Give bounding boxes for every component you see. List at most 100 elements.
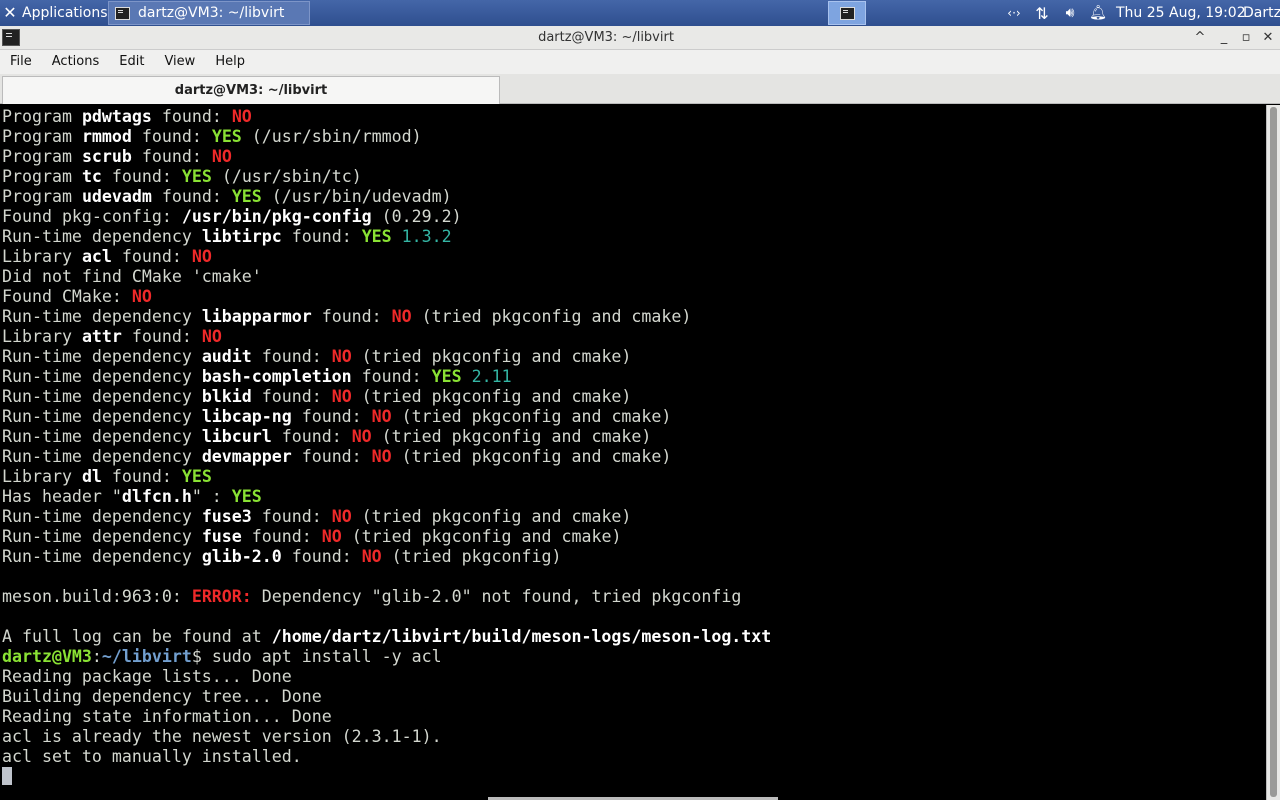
terminal-text-segment: NO bbox=[371, 447, 392, 466]
window-titlebar[interactable]: dartz@VM3: ~/libvirt ^ _ ▫ ✕ bbox=[0, 26, 1280, 50]
terminal-line: acl is already the newest version (2.3.1… bbox=[0, 727, 1266, 747]
user-menu[interactable]: Dartz bbox=[1243, 0, 1280, 26]
terminal-text-segment: tc bbox=[81, 167, 102, 186]
terminal-line: Building dependency tree... Done bbox=[0, 687, 1266, 707]
terminal-line: Program udevadm found: YES (/usr/bin/ude… bbox=[0, 187, 1266, 207]
terminal-text-segment: Reading state information... Done bbox=[2, 707, 332, 726]
terminal-text-segment: found: bbox=[281, 547, 362, 566]
volume-icon[interactable]: 🔊︎ bbox=[1056, 5, 1084, 21]
terminal-line: Found CMake: NO bbox=[0, 287, 1266, 307]
terminal-text-segment: Run-time dependency bbox=[2, 507, 202, 526]
terminal-text-segment: dl bbox=[81, 467, 102, 486]
terminal-text-segment: Program bbox=[2, 187, 82, 206]
scrollbar-thumb[interactable] bbox=[1270, 107, 1277, 797]
terminal-text-segment: found: bbox=[251, 347, 332, 366]
menu-help[interactable]: Help bbox=[205, 50, 255, 74]
terminal-text-segment: libapparmor bbox=[201, 307, 312, 326]
terminal-text-segment: Run-time dependency bbox=[2, 427, 202, 446]
taskbar-window-label: dartz@VM3: ~/libvirt bbox=[138, 5, 285, 21]
menu-view[interactable]: View bbox=[154, 50, 205, 74]
terminal-text-segment: rmmod bbox=[81, 127, 132, 146]
terminal-text-segment: YES bbox=[181, 167, 212, 186]
terminal-text-segment: Run-time dependency bbox=[2, 367, 202, 386]
terminal-text-segment: (0.29.2) bbox=[371, 207, 462, 226]
terminal-text-segment: found: bbox=[101, 167, 182, 186]
terminal-line: Run-time dependency glib-2.0 found: NO (… bbox=[0, 547, 1266, 567]
terminal-text-segment: Library bbox=[2, 247, 82, 266]
terminal-line: Run-time dependency devmapper found: NO … bbox=[0, 447, 1266, 467]
terminal-text-segment: 2.11 bbox=[471, 367, 512, 386]
terminal-prompt-line bbox=[0, 767, 1266, 787]
terminal-line: meson.build:963:0: ERROR: Dependency "gl… bbox=[0, 587, 1266, 607]
terminal-text-segment: ~/libvirt bbox=[101, 647, 192, 666]
notification-bell-icon[interactable]: 🔔︎ bbox=[1084, 5, 1112, 21]
terminal-text-segment: found: bbox=[251, 387, 332, 406]
terminal-text-segment: Run-time dependency bbox=[2, 447, 202, 466]
maximize-button[interactable]: ▫ bbox=[1236, 28, 1256, 48]
vertical-scrollbar[interactable] bbox=[1266, 105, 1280, 800]
terminal-text-segment: found: bbox=[131, 127, 212, 146]
applications-label: Applications bbox=[22, 5, 108, 21]
terminal-text-segment: Program bbox=[2, 147, 82, 166]
terminal-text-segment: devmapper bbox=[201, 447, 292, 466]
terminal-icon bbox=[839, 6, 855, 20]
terminal-cursor bbox=[2, 767, 12, 785]
terminal-text-segment: $ sudo apt install -y acl bbox=[191, 647, 442, 666]
terminal-text-segment: found: bbox=[241, 527, 322, 546]
menu-file[interactable]: File bbox=[0, 50, 42, 74]
clock[interactable]: Thu 25 Aug, 19:02 bbox=[1116, 0, 1246, 26]
terminal-text-segment: Run-time dependency bbox=[2, 347, 202, 366]
terminal-text-segment: attr bbox=[81, 327, 122, 346]
menu-actions[interactable]: Actions bbox=[42, 50, 110, 74]
terminal-text-segment: NO bbox=[391, 307, 412, 326]
terminal-text-segment: (tried pkgconfig and cmake) bbox=[391, 407, 672, 426]
terminal-text-segment: /usr/bin/pkg-config bbox=[181, 207, 372, 226]
terminal-text-segment: YES bbox=[181, 467, 212, 486]
menubar: File Actions Edit View Help bbox=[0, 50, 1280, 74]
applications-menu-button[interactable]: ✕ Applications bbox=[0, 0, 108, 26]
terminal-line: Did not find CMake 'cmake' bbox=[0, 267, 1266, 287]
terminal-output[interactable]: Program pdwtags found: NO Program rmmod f… bbox=[0, 105, 1266, 800]
terminal-text-segment: found: bbox=[291, 447, 372, 466]
terminal-text-segment: found: bbox=[151, 107, 232, 126]
terminal-text-segment: scrub bbox=[81, 147, 132, 166]
menu-edit[interactable]: Edit bbox=[109, 50, 154, 74]
terminal-line: A full log can be found at /home/dartz/l… bbox=[0, 627, 1266, 647]
terminal-line: Found pkg-config: /usr/bin/pkg-config (0… bbox=[0, 207, 1266, 227]
terminal-text-segment: NO bbox=[131, 287, 152, 306]
terminal-text-segment: found: bbox=[351, 367, 432, 386]
terminal-line: Program rmmod found: YES (/usr/sbin/rmmo… bbox=[0, 127, 1266, 147]
terminal-text-segment: found: bbox=[251, 507, 332, 526]
terminal-text-segment: fuse bbox=[201, 527, 242, 546]
terminal-line: Reading package lists... Done bbox=[0, 667, 1266, 687]
terminal-text-segment: found: bbox=[291, 407, 372, 426]
close-button[interactable]: ✕ bbox=[1258, 28, 1278, 48]
terminal-text-segment: meson.build:963:0: bbox=[2, 587, 192, 606]
terminal-text-segment: YES bbox=[231, 187, 262, 206]
terminal-tab[interactable]: dartz@VM3: ~/libvirt bbox=[2, 76, 500, 104]
terminal-line: Run-time dependency libtirpc found: YES … bbox=[0, 227, 1266, 247]
terminal-text-segment: ERROR: bbox=[191, 587, 252, 606]
taskbar-window-button[interactable]: dartz@VM3: ~/libvirt bbox=[108, 1, 310, 25]
terminal-text-segment: libcurl bbox=[201, 427, 272, 446]
terminal-text-segment: (tried pkgconfig) bbox=[381, 547, 562, 566]
terminal-text-segment: NO bbox=[331, 507, 352, 526]
top-panel: ✕ Applications dartz@VM3: ~/libvirt ‹·› … bbox=[0, 0, 1280, 26]
workspace-switcher[interactable] bbox=[828, 1, 866, 25]
terminal-text-segment: glib-2.0 bbox=[201, 547, 282, 566]
terminal-text-segment: libcap-ng bbox=[201, 407, 292, 426]
terminal-line: Run-time dependency bash-completion foun… bbox=[0, 367, 1266, 387]
terminal-text-segment: Run-time dependency bbox=[2, 227, 202, 246]
terminal-line: Library attr found: NO bbox=[0, 327, 1266, 347]
terminal-text-segment: NO bbox=[201, 327, 222, 346]
terminal-text-segment: Found pkg-config: bbox=[2, 207, 182, 226]
network-updown-icon[interactable]: ⇅ bbox=[1028, 4, 1056, 23]
terminal-line: Library dl found: YES bbox=[0, 467, 1266, 487]
terminal-text-segment: found: bbox=[151, 187, 232, 206]
network-wired-icon[interactable]: ‹·› bbox=[1000, 6, 1028, 20]
minimize-button[interactable]: _ bbox=[1214, 28, 1234, 48]
shade-button[interactable]: ^ bbox=[1190, 28, 1210, 48]
terminal-text-segment: Library bbox=[2, 467, 82, 486]
terminal-text-segment: Run-time dependency bbox=[2, 407, 202, 426]
